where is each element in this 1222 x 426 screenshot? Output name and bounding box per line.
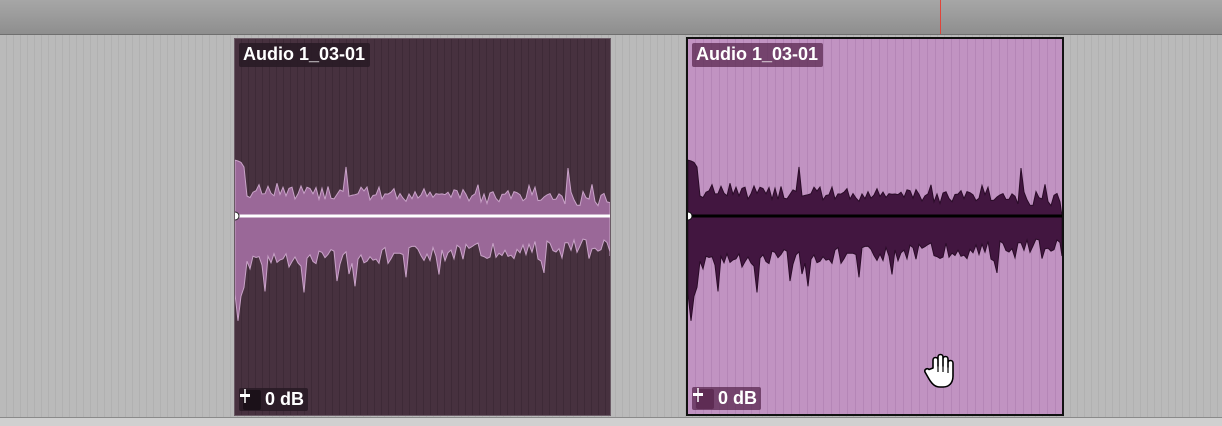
audio-region-2[interactable]: Audio 1_03-01 0 dB: [686, 37, 1064, 416]
gain-value: 0 dB: [265, 389, 305, 409]
region-name: Audio 1_03-01: [239, 43, 371, 67]
fader-icon: [693, 388, 714, 409]
region-gain[interactable]: 0 dB: [692, 387, 762, 410]
timeline-ruler[interactable]: [0, 0, 1222, 35]
waveform-region-1: [235, 159, 610, 321]
hand-cursor-icon: [924, 353, 954, 388]
playhead[interactable]: [940, 0, 941, 34]
waveform-region-2: [688, 159, 1062, 321]
gain-handle[interactable]: [688, 211, 693, 221]
audio-region-1[interactable]: Audio 1_03-01 0 dB: [234, 38, 611, 416]
region-name: Audio 1_03-01: [692, 43, 824, 67]
fader-icon: [240, 389, 261, 410]
gain-value: 0 dB: [718, 388, 758, 408]
region-gain[interactable]: 0 dB: [239, 388, 309, 411]
gain-handle[interactable]: [235, 211, 240, 221]
